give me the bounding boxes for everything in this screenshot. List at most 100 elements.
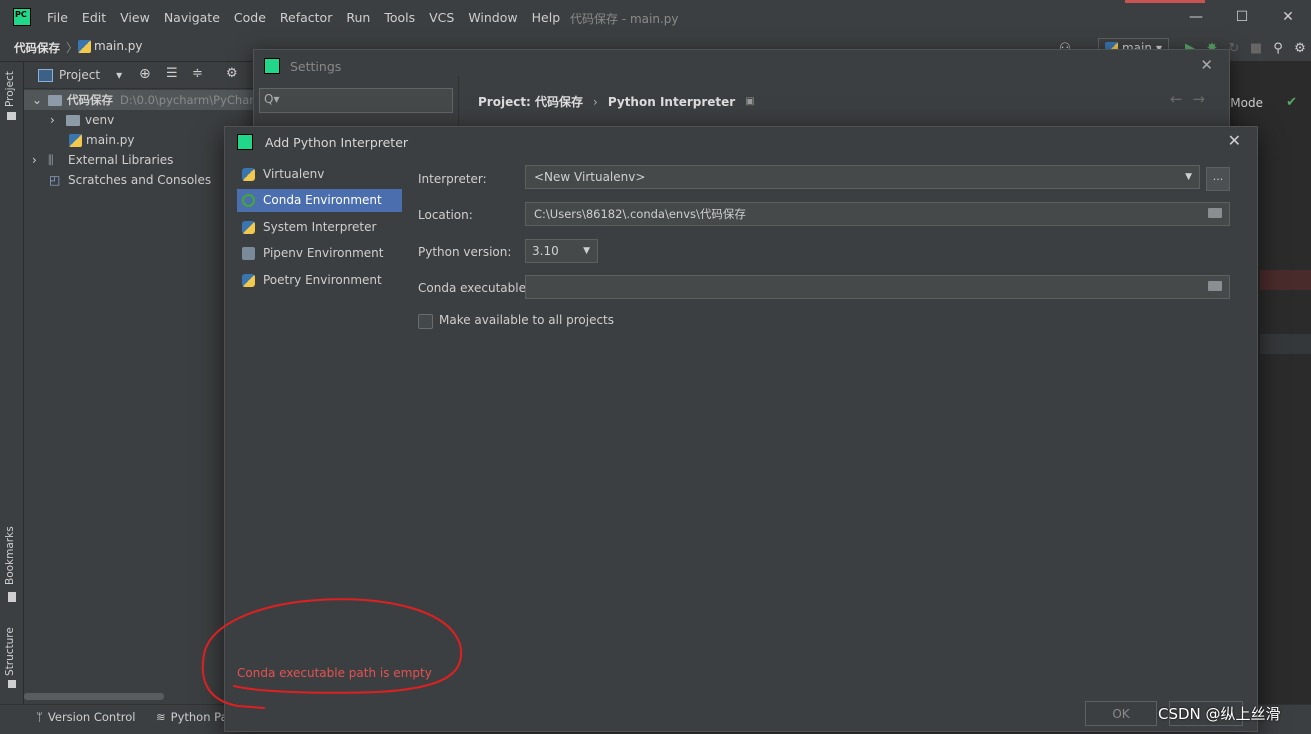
maximize-button[interactable]: ☐ — [1219, 0, 1265, 35]
editor-error-line — [1260, 270, 1311, 290]
env-item-pipenv[interactable]: Pipenv Environment — [237, 242, 402, 265]
breadcrumb-project[interactable]: 代码保存 — [14, 40, 60, 56]
tree-row-project-root[interactable]: ⌄ 代码保存 D:\0.0\pycharm\PyCharm — [24, 90, 265, 110]
scratches-icon: ◰ — [49, 173, 61, 187]
window-title: 代码保存 - main.py — [570, 12, 679, 26]
project-panel-header: Project ▾ ⊕ ☰ ≑ ⚙ — [24, 62, 260, 89]
make-available-label[interactable]: Make available to all projects — [439, 313, 614, 327]
menu-edit[interactable]: Edit — [82, 10, 106, 25]
structure-tool-tab[interactable]: Structure — [4, 627, 16, 676]
menu-bar: File Edit View Navigate Code Refactor Ru… — [0, 0, 1311, 36]
menu-help[interactable]: Help — [532, 10, 561, 25]
csdn-watermark: CSDN @纵上丝滑 — [1158, 705, 1281, 723]
gear-icon[interactable]: ⚙ — [1289, 41, 1311, 56]
add-python-interpreter-dialog: Add Python Interpreter ✕ Virtualenv Envi… — [224, 126, 1258, 732]
interpreter-select[interactable]: <New Virtualenv> ▼ — [525, 165, 1200, 189]
version-control-label: Version Control — [47, 710, 136, 724]
gear-icon[interactable]: ⚙ — [226, 66, 238, 81]
search-icon[interactable]: ⚲ — [1267, 41, 1289, 56]
editor-highlight-line — [1260, 334, 1311, 354]
bookmarks-tool-tab[interactable]: Bookmarks — [4, 526, 16, 585]
chevron-down-icon: ⌄ — [32, 93, 43, 107]
forward-arrow-icon[interactable]: → — [1192, 90, 1215, 108]
menu-view[interactable]: View — [120, 10, 150, 25]
locate-icon[interactable]: ⊕ — [139, 66, 151, 82]
env-label: Poetry Environment — [263, 273, 382, 287]
chevron-down-icon: ▼ — [583, 246, 590, 256]
project-view-selector[interactable]: Project ▾ — [38, 68, 122, 82]
tree-label: main.py — [86, 133, 135, 147]
minimize-button[interactable]: — — [1173, 0, 1219, 35]
menu-navigate[interactable]: Navigate — [164, 10, 220, 25]
menu-vcs[interactable]: VCS — [429, 10, 454, 25]
breadcrumb-current: Python Interpreter — [607, 94, 736, 109]
scope-icon: ▣ — [745, 96, 755, 107]
pycharm-logo-icon — [264, 58, 280, 74]
env-label: System Interpreter — [263, 220, 377, 234]
settings-breadcrumb: Project: 代码保存 › Python Interpreter ▣ — [478, 93, 755, 110]
menu-tools[interactable]: Tools — [384, 10, 415, 25]
pycharm-logo-icon — [237, 134, 253, 150]
conda-executable-field[interactable] — [525, 275, 1230, 299]
dialog-title: Add Python Interpreter — [265, 134, 409, 150]
breadcrumb-file-label: main.py — [94, 39, 143, 53]
collapse-all-icon[interactable]: ≑ — [192, 66, 203, 81]
python-icon — [242, 221, 255, 234]
python-packages-tab[interactable]: ≋ Python Pa — [156, 710, 228, 724]
tree-label: External Libraries — [68, 153, 174, 167]
menu-run[interactable]: Run — [346, 10, 370, 25]
python-file-icon — [69, 134, 82, 147]
menu-code[interactable]: Code — [234, 10, 266, 25]
library-icon: ⫼ — [48, 153, 54, 167]
settings-search-input[interactable]: Q▾ — [259, 88, 453, 113]
horizontal-scrollbar[interactable] — [24, 693, 164, 700]
back-arrow-icon[interactable]: ← — [1170, 90, 1193, 108]
chevron-down-icon: ▼ — [1185, 172, 1192, 182]
breadcrumb-file[interactable]: main.py — [78, 39, 143, 53]
layers-icon: ≋ — [156, 710, 166, 724]
folder-icon[interactable] — [1208, 281, 1222, 291]
python-icon — [242, 274, 255, 287]
python-version-label: Python version: — [418, 245, 512, 259]
close-window-button[interactable]: ✕ — [1265, 0, 1311, 35]
close-icon[interactable]: ✕ — [1200, 56, 1213, 74]
browse-interpreter-button[interactable]: ... — [1206, 167, 1230, 191]
breadcrumb-separator-icon: 〉 — [66, 41, 79, 55]
menu-window[interactable]: Window — [468, 10, 517, 25]
python-version-select[interactable]: 3.10 ▼ — [525, 239, 598, 263]
location-value: C:\Users\86182\.conda\envs\代码保存 — [534, 207, 746, 221]
env-label: Conda Environment — [263, 193, 382, 207]
folder-icon[interactable] — [1208, 208, 1222, 218]
breadcrumb-separator: › — [593, 94, 598, 109]
bookmark-icon — [8, 592, 16, 602]
python-packages-label: Python Pa — [170, 710, 228, 724]
reader-mode-toggle[interactable]: Mode — [1230, 96, 1263, 110]
close-icon[interactable]: ✕ — [1228, 131, 1241, 150]
env-item-virtualenv[interactable]: Virtualenv Environment — [237, 163, 402, 204]
chevron-right-icon: › — [50, 113, 55, 127]
tree-label: venv — [85, 113, 115, 127]
menu-refactor[interactable]: Refactor — [280, 10, 332, 25]
location-field[interactable]: C:\Users\86182\.conda\envs\代码保存 — [525, 202, 1230, 226]
env-item-conda[interactable]: Conda Environment — [237, 189, 402, 212]
checkmark-icon: ✔ — [1286, 95, 1297, 110]
structure-icon — [8, 680, 16, 688]
pipenv-icon — [242, 247, 255, 260]
env-item-system[interactable]: System Interpreter — [237, 216, 402, 239]
pycharm-logo-icon — [13, 8, 31, 26]
nav-arrows: ←→ — [1170, 90, 1215, 108]
project-tool-tab[interactable]: Project — [4, 71, 16, 107]
expand-all-icon[interactable]: ☰ — [166, 66, 178, 81]
location-label: Location: — [418, 208, 473, 222]
window-controls: — ☐ ✕ — [1173, 0, 1311, 35]
ok-button[interactable]: OK — [1085, 701, 1157, 726]
dialog-title-bar: Add Python Interpreter — [237, 134, 408, 150]
folder-icon — [66, 115, 80, 126]
make-available-checkbox[interactable] — [418, 314, 433, 329]
env-item-poetry[interactable]: Poetry Environment — [237, 269, 402, 292]
menu-file[interactable]: File — [47, 10, 68, 25]
tree-label: 代码保存 — [67, 93, 113, 107]
project-panel-title: Project — [59, 68, 101, 82]
version-control-tab[interactable]: ᛘ Version Control — [36, 710, 135, 724]
stop-icon[interactable]: ■ — [1245, 41, 1267, 56]
